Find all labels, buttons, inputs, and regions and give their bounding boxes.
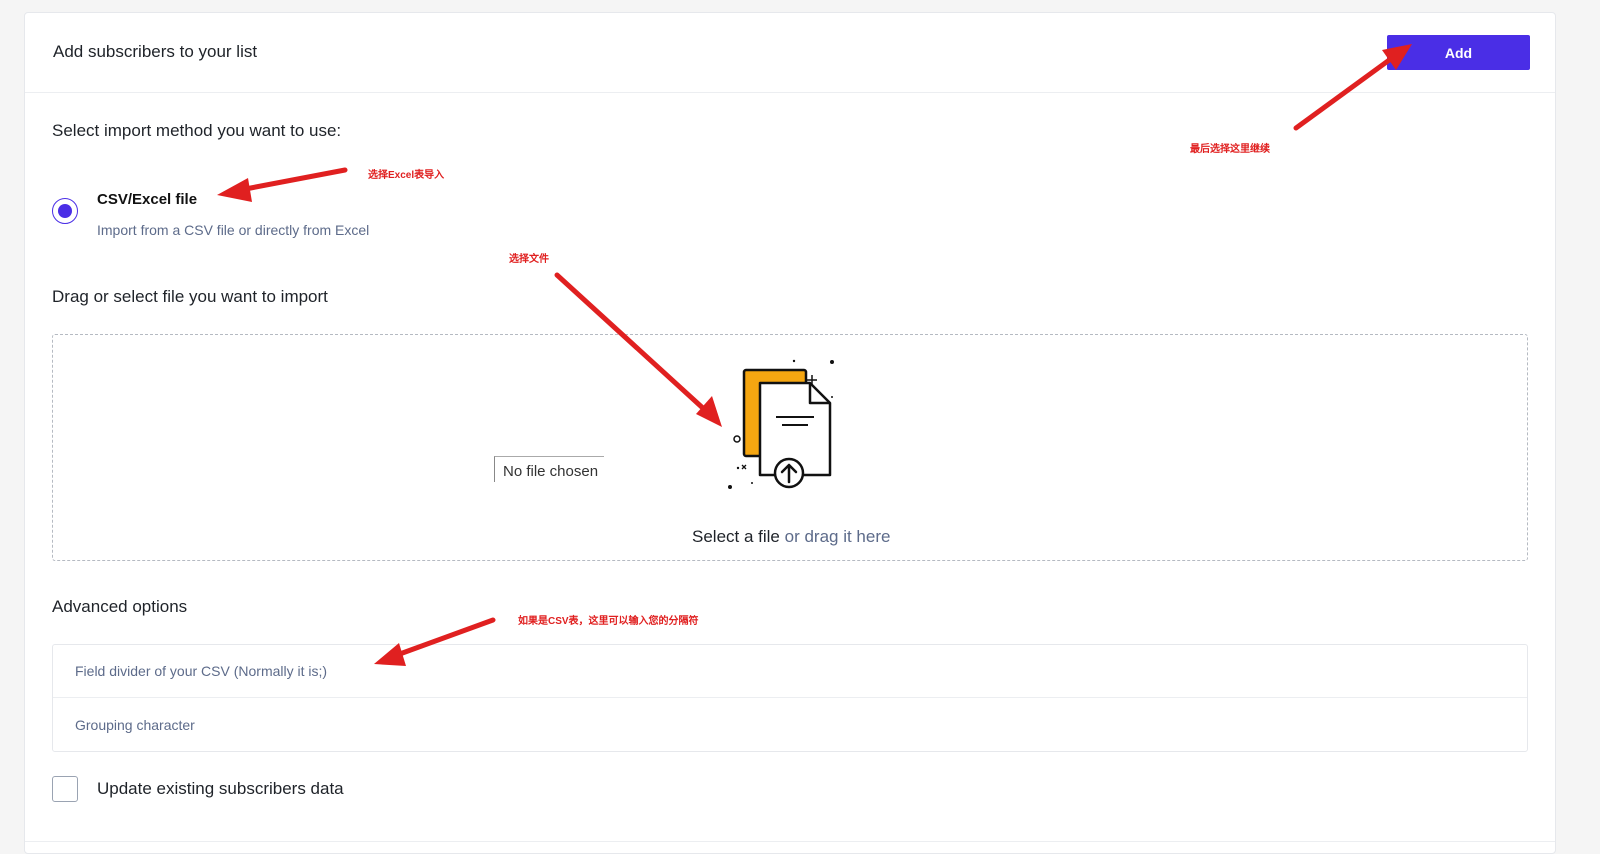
arrow-to-file — [554, 272, 708, 413]
arrowhead-add — [1382, 44, 1412, 70]
arrowhead-method — [217, 178, 252, 202]
arrow-to-divider — [394, 617, 496, 658]
annotation-csv: 如果是CSV表，这里可以输入您的分隔符 — [518, 616, 699, 627]
annotation-arrows — [217, 44, 1412, 666]
divider — [25, 841, 1555, 842]
arrowhead-divider — [374, 643, 406, 666]
arrow-to-add — [1293, 55, 1395, 131]
arrow-to-method — [237, 167, 348, 193]
arrowhead-file — [696, 396, 722, 427]
annotation-excel: 选择Excel表导入 — [368, 170, 445, 181]
annotation-continue: 最后选择这里继续 — [1190, 144, 1270, 155]
annotation-file: 选择文件 — [509, 254, 549, 265]
